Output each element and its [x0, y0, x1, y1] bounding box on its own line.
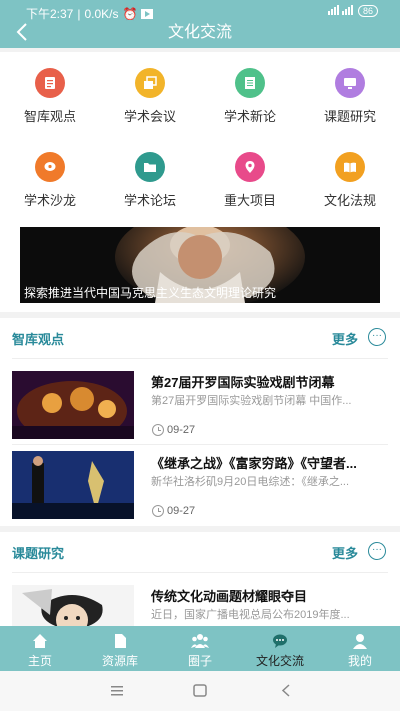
- monitor-icon: [335, 68, 365, 98]
- category-grid: 智库观点 学术会议 学术新论 课题研究 学术沙龙 学术论坛 重大项目 文化法规: [0, 52, 400, 218]
- category-label: 课题研究: [323, 109, 376, 124]
- status-bar: 下午2:37 | 0.0K/s ⏰ 86: [0, 0, 400, 22]
- news-list-think-tank: 第27届开罗国际实验戏剧节闭幕 第27届开罗国际实验戏剧节闭幕 中国作... 0…: [0, 358, 400, 526]
- tab-circle[interactable]: 圈子: [160, 626, 240, 671]
- more-link[interactable]: 更多: [332, 329, 358, 348]
- divider: [12, 358, 388, 359]
- tab-label: 资源库: [101, 654, 138, 668]
- tab-mine[interactable]: 我的: [320, 626, 400, 671]
- news-summary: 近日，国家广播电视总局公布2019年度...: [151, 609, 350, 621]
- category-label: 学术沙龙: [23, 193, 76, 208]
- category-label: 文化法规: [323, 193, 376, 208]
- notepad-icon: [235, 68, 265, 98]
- banner-caption: 探索推进当代中国马克思主义生态文明理论研究: [24, 286, 277, 300]
- news-thumbnail: [12, 585, 134, 626]
- file-icon: [80, 633, 160, 649]
- tab-label: 文化交流: [255, 654, 304, 668]
- divider: [12, 444, 388, 445]
- signal-icon: [327, 5, 354, 17]
- location-icon: [235, 152, 265, 182]
- news-list-research: 传统文化动画题材耀眼夺目 近日，国家广播电视总局公布2019年度...: [0, 572, 400, 626]
- folder-icon: [135, 152, 165, 182]
- tab-label: 主页: [27, 654, 52, 668]
- section-header-think-tank: 智库观点 更多 ···: [0, 318, 400, 358]
- system-nav-bar: [0, 671, 400, 711]
- news-title: 《继承之战》《富家穷路》《守望者...: [151, 456, 357, 471]
- tab-label: 圈子: [187, 654, 212, 668]
- tab-home[interactable]: 主页: [0, 626, 80, 671]
- banner-carousel[interactable]: 探索推进当代中国马克思主义生态文明理论研究: [20, 227, 380, 303]
- media-icon: [141, 8, 154, 19]
- divider: [12, 572, 388, 573]
- document-icon: [35, 68, 65, 98]
- chat-icon: [35, 152, 65, 182]
- group-icon: [160, 633, 240, 649]
- battery-indicator: 86: [357, 5, 378, 17]
- clock-icon: [152, 424, 164, 436]
- category-research-topic[interactable]: 课题研究: [300, 52, 400, 132]
- tab-cultural-exchange[interactable]: 文化交流: [240, 626, 320, 671]
- category-academic-new-theory[interactable]: 学术新论: [200, 52, 300, 132]
- category-label: 重大项目: [223, 193, 276, 208]
- alarm-icon: ⏰: [122, 6, 138, 21]
- chat-bubble-icon: [240, 633, 320, 649]
- news-summary: 第27届开罗国际实验戏剧节闭幕 中国作...: [151, 395, 352, 407]
- news-date: 09-27: [152, 424, 195, 436]
- category-think-tank[interactable]: 智库观点: [0, 52, 100, 132]
- windows-icon: [135, 68, 165, 98]
- more-icon[interactable]: ···: [368, 328, 386, 346]
- section-header-research: 课题研究 更多 ···: [0, 532, 400, 572]
- page-title: 文化交流: [167, 24, 232, 41]
- clock-icon: [152, 505, 164, 517]
- tab-resource-library[interactable]: 资源库: [80, 626, 160, 671]
- banner-panel: 探索推进当代中国马克思主义生态文明理论研究: [0, 218, 400, 312]
- news-title: 第27届开罗国际实验戏剧节闭幕: [151, 375, 335, 390]
- back-nav-icon[interactable]: [281, 684, 290, 697]
- category-label: 智库观点: [23, 109, 76, 124]
- news-thumbnail: [12, 371, 134, 439]
- section-title: 智库观点: [12, 332, 65, 347]
- status-speed: 0.0K/s: [84, 6, 119, 21]
- section-title: 课题研究: [12, 546, 65, 561]
- category-label: 学术新论: [223, 109, 276, 124]
- book-icon: [335, 152, 365, 182]
- news-thumbnail: [12, 451, 134, 519]
- home-icon: [0, 633, 80, 649]
- category-academic-conference[interactable]: 学术会议: [100, 52, 200, 132]
- person-icon: [320, 633, 400, 649]
- bottom-tab-bar: 主页 资源库 圈子 文化交流 我的: [0, 626, 400, 671]
- app-header: 下午2:37 | 0.0K/s ⏰ 86 文化交流: [0, 0, 400, 48]
- news-date: 09-27: [152, 505, 195, 517]
- menu-icon[interactable]: [111, 686, 123, 696]
- category-major-project[interactable]: 重大项目: [200, 136, 300, 216]
- category-label: 学术会议: [123, 109, 176, 124]
- more-icon[interactable]: ···: [368, 542, 386, 560]
- tab-label: 我的: [347, 654, 372, 668]
- category-cultural-regulation[interactable]: 文化法规: [300, 136, 400, 216]
- category-academic-salon[interactable]: 学术沙龙: [0, 136, 100, 216]
- category-label: 学术论坛: [123, 193, 176, 208]
- news-summary: 新华社洛杉矶9月20日电综述：《继承之...: [151, 476, 350, 488]
- home-button-icon[interactable]: [193, 684, 207, 697]
- news-title: 传统文化动画题材耀眼夺目: [151, 589, 308, 604]
- category-academic-forum[interactable]: 学术论坛: [100, 136, 200, 216]
- more-link[interactable]: 更多: [332, 543, 358, 562]
